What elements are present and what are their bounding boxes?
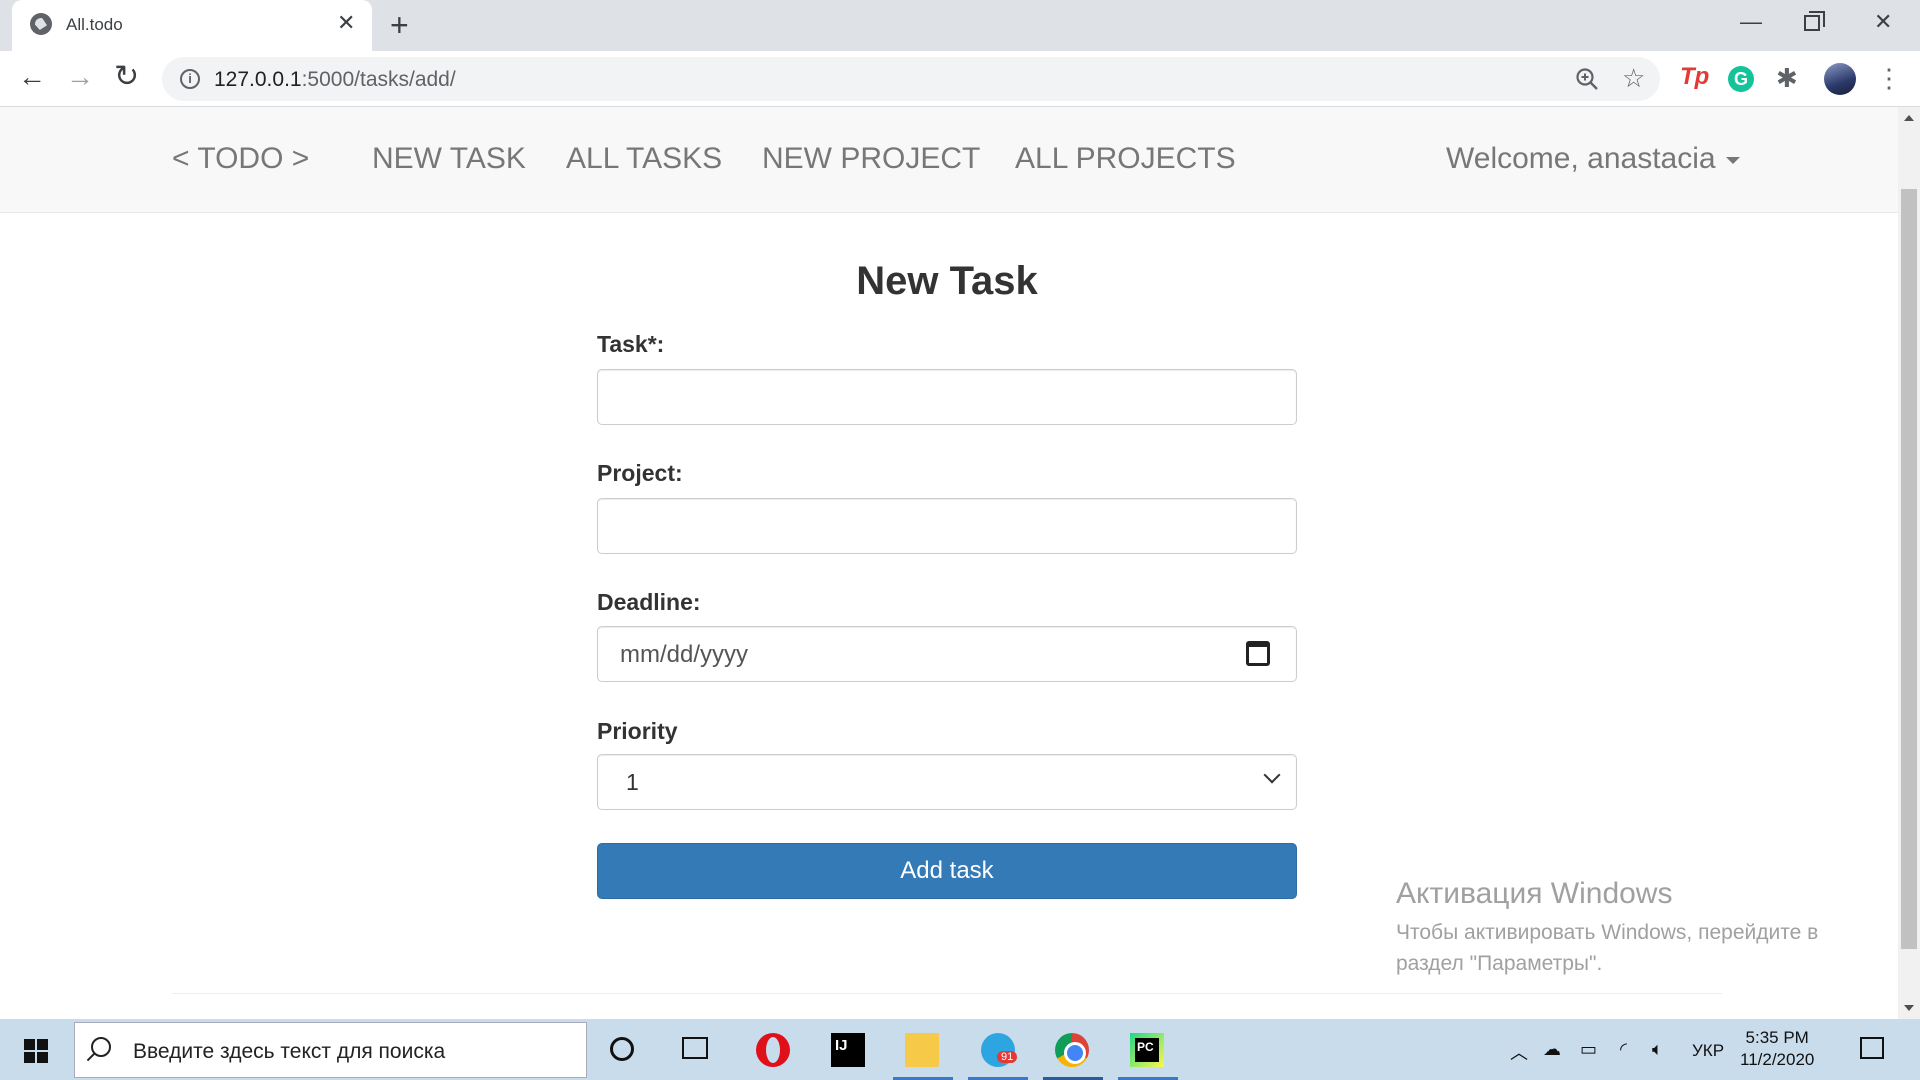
minimize-button[interactable]: —	[1740, 8, 1762, 36]
priority-value: 1	[626, 769, 639, 795]
zoom-icon[interactable]	[1574, 66, 1600, 92]
watermark-line-2: раздел "Параметры".	[1396, 952, 1603, 975]
page-scrollbar[interactable]	[1898, 107, 1920, 1019]
nav-new-project[interactable]: NEW PROJECT	[762, 142, 980, 176]
system-clock[interactable]: 5:35 PM 11/2/2020	[1740, 1027, 1814, 1071]
search-icon	[91, 1037, 111, 1057]
telegram-badge: 91	[997, 1051, 1018, 1063]
clock-date: 11/2/2020	[1740, 1050, 1815, 1069]
browser-tab[interactable]: All.todo ✕	[12, 0, 372, 51]
project-label: Project:	[597, 460, 683, 486]
page-viewport: < TODO > NEW TASK ALL TASKS NEW PROJECT …	[0, 107, 1898, 1019]
cortana-icon[interactable]	[610, 1037, 634, 1061]
deadline-input[interactable]: mm/dd/yyyy	[597, 626, 1297, 682]
url-host: 127.0.0.1	[214, 68, 302, 91]
battery-icon[interactable]: ▭	[1580, 1039, 1597, 1060]
task-view-icon[interactable]	[682, 1037, 708, 1059]
tab-title: All.todo	[66, 15, 123, 34]
globe-icon	[30, 13, 52, 35]
nav-all-projects[interactable]: ALL PROJECTS	[1015, 142, 1236, 176]
menu-icon[interactable]: ⋮	[1876, 63, 1902, 95]
add-task-button[interactable]: Add task	[597, 843, 1297, 899]
back-icon[interactable]: ←	[18, 61, 46, 93]
calendar-icon[interactable]	[1246, 641, 1270, 666]
restore-button[interactable]	[1804, 11, 1825, 31]
file-explorer-icon[interactable]	[905, 1033, 939, 1067]
translate-extension-icon[interactable]: Tp	[1680, 63, 1712, 95]
profile-avatar[interactable]	[1824, 63, 1856, 95]
browser-toolbar: ← → ↻ i 127.0.0.1:5000/tasks/add/ ☆ Tp G…	[0, 51, 1920, 107]
intellij-icon[interactable]: IJ	[831, 1033, 865, 1067]
volume-icon[interactable]: 🔈︎	[1652, 1039, 1663, 1060]
priority-select[interactable]: 1	[597, 754, 1297, 810]
language-indicator[interactable]: УКР	[1692, 1041, 1724, 1061]
wifi-icon[interactable]: ◜	[1620, 1039, 1627, 1060]
url-text[interactable]: 127.0.0.1:5000/tasks/add/	[214, 68, 456, 92]
onedrive-icon[interactable]: ☁	[1543, 1039, 1561, 1060]
user-menu[interactable]: Welcome, anastacia	[1446, 142, 1740, 176]
new-tab-button[interactable]: +	[390, 7, 409, 43]
task-input[interactable]	[597, 369, 1297, 425]
footer-divider	[172, 993, 1722, 994]
task-label: Task*:	[597, 331, 665, 357]
taskbar-search-placeholder: Введите здесь текст для поиска	[133, 1040, 446, 1063]
windows-activation-watermark: Активация Windows Чтобы активировать Win…	[1396, 877, 1818, 979]
reload-icon[interactable]: ↻	[114, 61, 139, 93]
clock-time: 5:35 PM	[1745, 1028, 1809, 1047]
deadline-placeholder: mm/dd/yyyy	[620, 641, 749, 668]
notification-icon[interactable]	[1860, 1037, 1884, 1059]
brand-link[interactable]: < TODO >	[172, 142, 309, 176]
caret-down-icon	[1725, 156, 1740, 164]
navbar: < TODO > NEW TASK ALL TASKS NEW PROJECT …	[0, 107, 1898, 213]
scroll-up-icon[interactable]	[1904, 115, 1914, 121]
info-icon[interactable]: i	[180, 69, 200, 89]
opera-icon[interactable]	[756, 1033, 790, 1067]
pycharm-icon[interactable]: PC	[1130, 1033, 1164, 1067]
deadline-label: Deadline:	[597, 589, 701, 615]
windows-start-icon[interactable]	[24, 1039, 48, 1063]
taskbar-search[interactable]: Введите здесь текст для поиска	[74, 1022, 587, 1078]
scroll-down-icon[interactable]	[1904, 1005, 1914, 1011]
star-icon[interactable]: ☆	[1622, 63, 1645, 94]
grammarly-icon[interactable]: G	[1728, 66, 1754, 92]
window-close-button[interactable]: ✕	[1874, 8, 1892, 36]
telegram-icon[interactable]: 91	[981, 1033, 1018, 1067]
tray-overflow-icon[interactable]: ︿	[1510, 1039, 1528, 1065]
forward-icon[interactable]: →	[66, 61, 94, 93]
scroll-thumb[interactable]	[1901, 189, 1917, 949]
close-icon[interactable]: ✕	[337, 11, 355, 35]
chevron-down-icon	[1263, 766, 1281, 784]
puzzle-icon[interactable]: ✱	[1776, 63, 1808, 95]
welcome-text: Welcome, anastacia	[1446, 142, 1716, 175]
nav-new-task[interactable]: NEW TASK	[372, 142, 526, 176]
windows-taskbar: Введите здесь текст для поиска IJ 91 PC …	[0, 1019, 1920, 1080]
url-path: :5000/tasks/add/	[301, 68, 456, 91]
nav-all-tasks[interactable]: ALL TASKS	[566, 142, 722, 176]
watermark-title: Активация Windows	[1396, 877, 1673, 910]
priority-label: Priority	[597, 718, 678, 744]
chrome-icon[interactable]	[1055, 1033, 1089, 1067]
browser-tab-strip: All.todo ✕ + — ✕	[0, 0, 1920, 51]
project-input[interactable]	[597, 498, 1297, 554]
watermark-line-1: Чтобы активировать Windows, перейдите в	[1396, 921, 1819, 944]
page-title: New Task	[856, 259, 1038, 303]
address-bar[interactable]: i 127.0.0.1:5000/tasks/add/ ☆	[162, 57, 1660, 101]
